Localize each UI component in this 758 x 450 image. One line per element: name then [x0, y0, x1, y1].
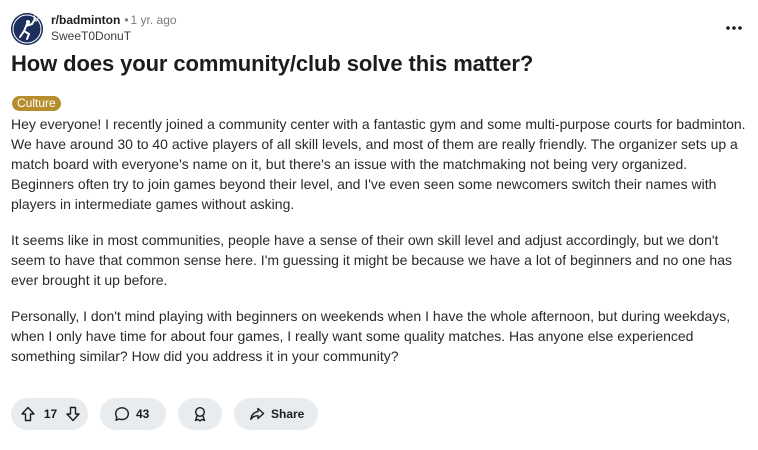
share-label: Share [271, 407, 305, 421]
comment-icon [113, 406, 131, 422]
vote-count: 17 [43, 407, 58, 421]
post-age: 1 yr. ago [130, 13, 177, 27]
share-button[interactable]: Share [234, 398, 318, 430]
post-card: r/badminton • 1 yr. ago SweeT0DonuT How do… [0, 0, 758, 450]
comments-button[interactable]: 43 [100, 398, 166, 430]
post-paragraph: It seems like in most communities, peopl… [11, 232, 732, 288]
meta-separator: • [124, 13, 129, 27]
more-options-button[interactable] [722, 18, 746, 38]
subreddit-name[interactable]: r/badminton [51, 13, 120, 27]
post-paragraph: Hey everyone! I recently joined a commun… [11, 116, 746, 212]
badminton-player-icon [11, 13, 43, 45]
award-button[interactable] [178, 398, 222, 430]
post-flair[interactable]: Culture [12, 96, 61, 111]
downvote-button[interactable] [64, 406, 82, 422]
comment-count: 43 [136, 407, 150, 421]
ellipsis-icon [726, 26, 742, 30]
vote-control: 17 [11, 398, 88, 430]
upvote-icon [21, 406, 35, 422]
post-author[interactable]: SweeT0DonuT [51, 29, 131, 44]
post-body: Hey everyone! I recently joined a commun… [11, 114, 746, 382]
post-meta: r/badminton • 1 yr. ago [51, 13, 177, 28]
post-title[interactable]: How does your community/club solve this … [11, 50, 533, 78]
award-icon [192, 406, 208, 422]
share-icon [248, 406, 266, 422]
subreddit-avatar[interactable] [11, 13, 43, 45]
post-paragraph: Personally, I don't mind playing with be… [11, 308, 731, 364]
upvote-button[interactable] [19, 406, 37, 422]
downvote-icon [66, 406, 80, 422]
